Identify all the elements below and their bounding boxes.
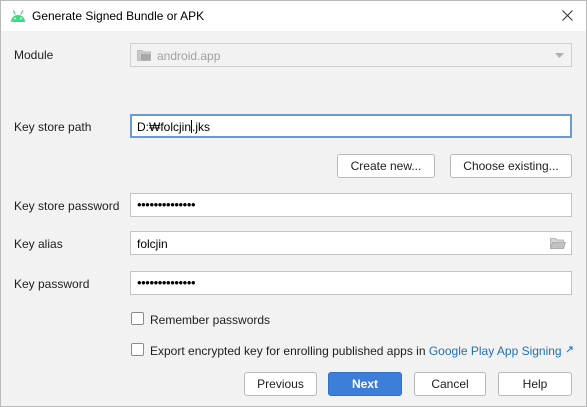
key-store-path-input[interactable]: D:₩folcjin.jks (130, 114, 572, 138)
browse-folder-icon[interactable] (550, 237, 566, 250)
cancel-button[interactable]: Cancel (414, 372, 486, 396)
create-new-button[interactable]: Create new... (337, 154, 435, 178)
dialog-title: Generate Signed Bundle or APK (32, 9, 205, 23)
close-button[interactable] (549, 1, 585, 30)
key-password-value: •••••••••••••• (137, 275, 196, 290)
export-encrypted-key-checkbox[interactable] (131, 343, 144, 356)
key-alias-input[interactable]: folcjin (130, 231, 572, 255)
module-value: android.app (157, 49, 221, 63)
export-encrypted-key-label[interactable]: Export encrypted key for enrolling publi… (150, 344, 562, 358)
key-store-password-value: •••••••••••••• (137, 197, 196, 212)
key-store-password-label: Key store password (14, 199, 120, 213)
remember-passwords-label[interactable]: Remember passwords (150, 313, 270, 327)
key-password-input[interactable]: •••••••••••••• (130, 271, 572, 295)
key-password-label: Key password (14, 277, 90, 291)
android-icon (11, 10, 25, 22)
close-icon (561, 10, 573, 21)
module-select[interactable]: android.app (130, 43, 572, 67)
remember-passwords-checkbox[interactable] (131, 312, 144, 325)
chevron-down-icon (555, 53, 564, 58)
key-store-password-input[interactable]: •••••••••••••• (130, 193, 572, 217)
module-label: Module (14, 48, 54, 62)
help-button[interactable]: Help (498, 372, 572, 396)
key-alias-label: Key alias (14, 237, 63, 251)
title-bar: Generate Signed Bundle or APK (1, 1, 586, 31)
external-link-icon (566, 346, 573, 353)
google-play-app-signing-link[interactable]: Google Play App Signing (429, 344, 562, 358)
key-store-path-value: D:₩folcjin.jks (137, 120, 211, 134)
choose-existing-button[interactable]: Choose existing... (450, 154, 572, 178)
key-store-path-label: Key store path (14, 120, 92, 134)
next-button[interactable]: Next (328, 372, 402, 396)
module-folder-icon (137, 50, 151, 61)
key-alias-value: folcjin (137, 237, 168, 251)
dialog-window: Generate Signed Bundle or APK Module and… (0, 0, 587, 407)
previous-button[interactable]: Previous (244, 372, 317, 396)
